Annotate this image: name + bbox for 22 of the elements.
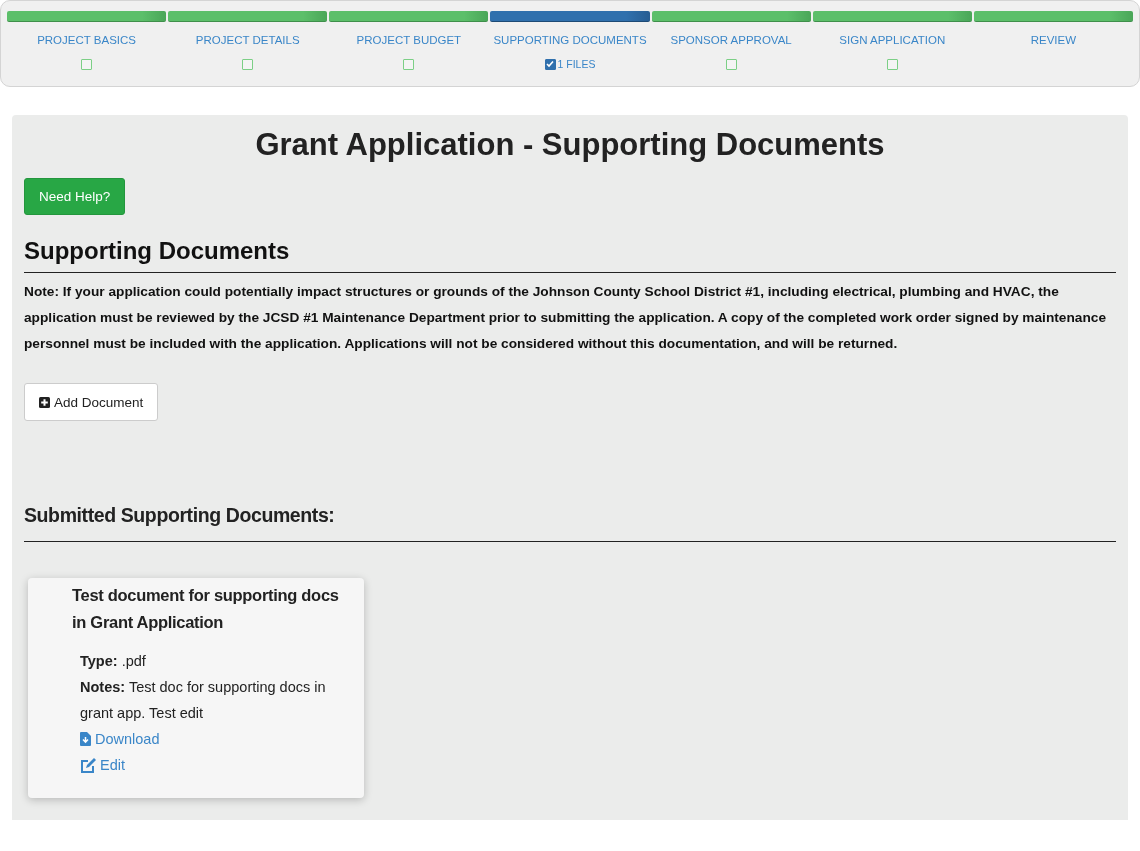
step-link[interactable]: PROJECT BASICS <box>37 34 136 46</box>
file-download-icon <box>80 732 91 746</box>
step-link[interactable]: SIGN APPLICATION <box>839 34 946 46</box>
edit-icon <box>80 757 96 773</box>
step-link[interactable]: PROJECT DETAILS <box>195 34 300 46</box>
document-title: Test document for supporting docs in Grant Application <box>72 585 340 633</box>
edit-link[interactable]: Edit <box>80 752 125 778</box>
document-type: Type: .pdf <box>80 652 147 671</box>
step-link[interactable]: PROJECT BUDGET <box>356 34 462 46</box>
submitted-documents-title: Submitted Supporting Documents: <box>24 501 1116 542</box>
file-count: 1 FILES <box>557 58 596 70</box>
step-link[interactable]: SPONSOR APPROVAL <box>670 34 792 46</box>
plus-square-icon <box>39 396 50 408</box>
help-button[interactable]: Need Help? <box>24 178 126 215</box>
download-link[interactable]: Download <box>80 726 160 752</box>
step-link[interactable]: SUPPORTING DOCUMENTS <box>493 34 647 46</box>
step-link[interactable]: REVIEW <box>1030 34 1077 46</box>
document-notes: Notes: Test doc for supporting docs in grant app. Test edit <box>80 678 327 723</box>
page-title: Grant Application - Supporting Documents <box>254 126 886 164</box>
note-text: Note: If your application could potentially impact structures or grounds of the Johnson County School District #1, including electrical, plumbing and HVAC, the application must be reviewed by the JCSD #1 Maintenance Department prior to submitting the application. A copy of the completed work order signed by maintenance personnel must be included with the application. Applications will not be considered without this documentation, and will be returned. <box>24 283 1107 353</box>
add-document-button[interactable]: Add Document <box>24 383 159 421</box>
section-title: Supporting Documents <box>24 235 1116 273</box>
